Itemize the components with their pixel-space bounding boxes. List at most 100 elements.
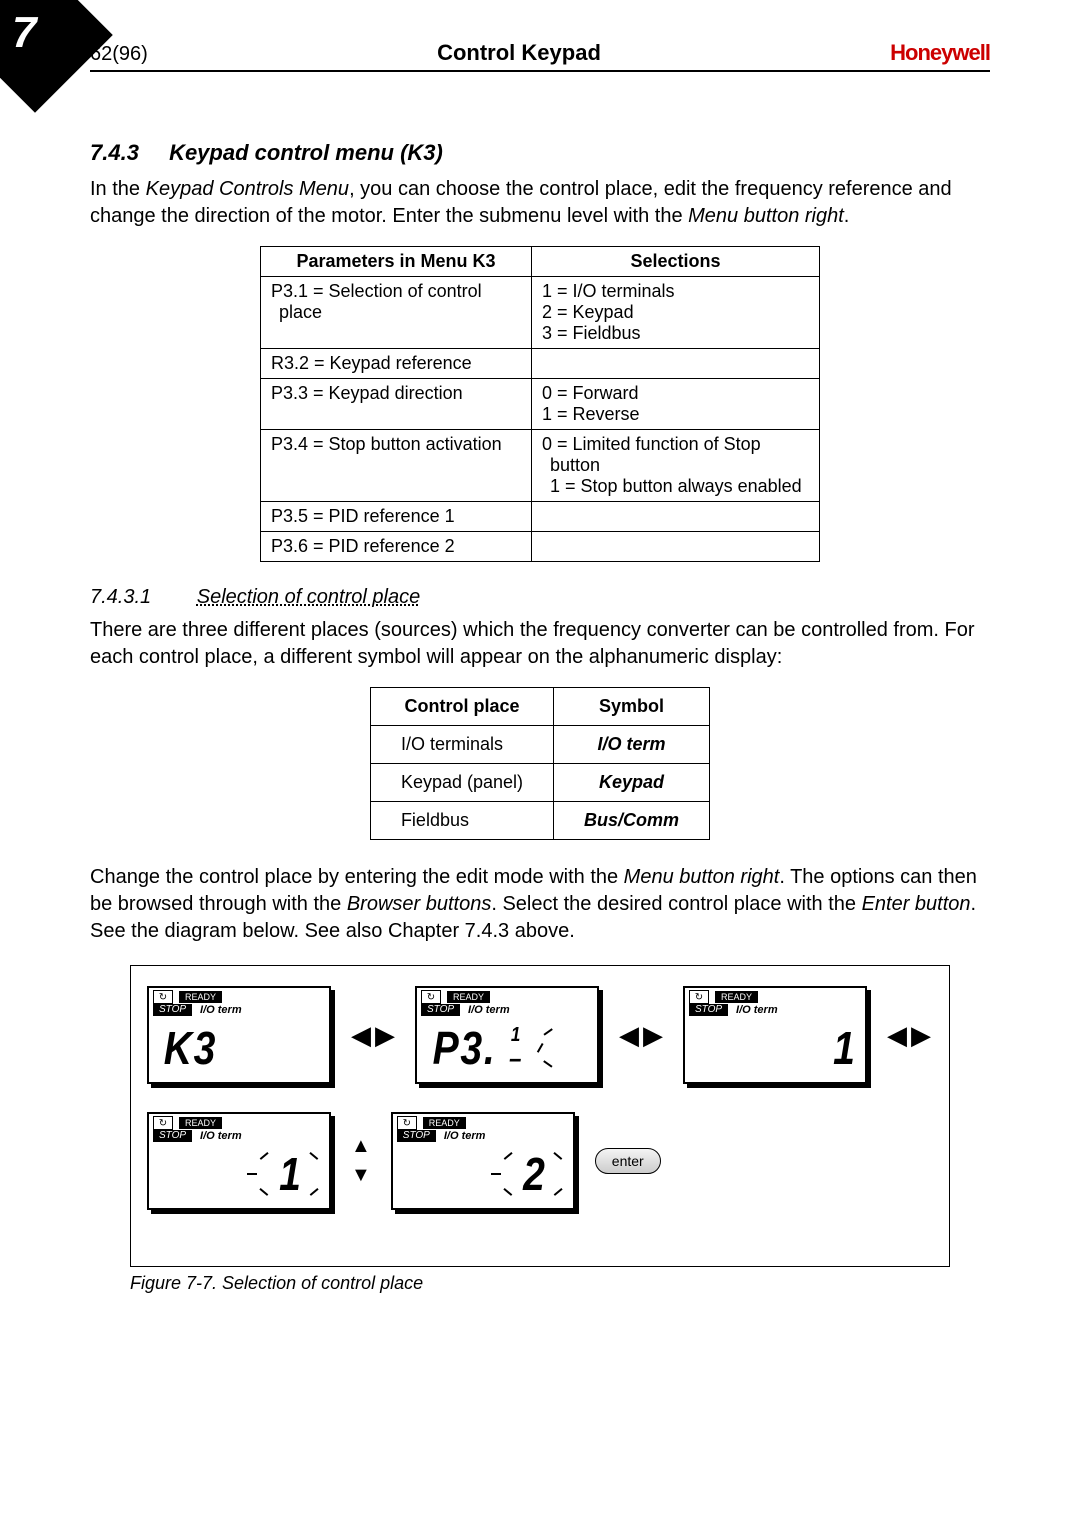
table-row: Keypad (panel) Keypad [370, 764, 709, 802]
ioterm-label: I/O term [444, 1130, 486, 1142]
change-place-para: Change the control place by entering the… [90, 864, 990, 945]
txt: . [844, 205, 850, 227]
header-left-page: 62(96) [90, 43, 148, 66]
section-7431-num: 7.4.3.1 [90, 586, 151, 608]
txt: . Select the desired control place with … [491, 893, 861, 915]
section-7431-title: Selection of control place [197, 586, 420, 608]
seg-display-one: 1 [833, 1025, 856, 1071]
ioterm-label: I/O term [468, 1004, 510, 1016]
ready-tag: READY [179, 991, 222, 1003]
parms-header-1: Parameters in Menu K3 [261, 247, 532, 277]
ioterm-label: I/O term [200, 1004, 242, 1016]
stop-tag: STOP [689, 1004, 728, 1016]
ready-tag: READY [715, 991, 758, 1003]
ctrl-cell: I/O terminals [370, 726, 553, 764]
tick-decorations [241, 1151, 275, 1197]
txt: In the [90, 178, 146, 200]
parm-cell: P3.1 = Selection of control place [261, 277, 532, 349]
enter-button: enter [595, 1148, 661, 1174]
seg-display-two: 2 [523, 1151, 546, 1197]
header-brand: Honeywell [890, 40, 990, 66]
sym-cell: Bus/Comm [554, 802, 710, 840]
lcd-panel-one-blink: ↻ READY STOP I/O term 1 [147, 1112, 331, 1210]
ctrl-cell: Fieldbus [370, 802, 553, 840]
parms-header-2: Selections [532, 247, 820, 277]
seg-display-k3: K3 [164, 1025, 217, 1071]
section-743-num: 7.4.3 [90, 140, 139, 165]
rotation-icon: ↻ [153, 1116, 173, 1130]
sel-cell [532, 502, 820, 532]
lcd-panel-one: ↻ READY STOP I/O term 1 [683, 986, 867, 1084]
sym-header-2: Symbol [554, 688, 710, 726]
ioterm-label: I/O term [736, 1004, 778, 1016]
seg-display-dash: – [509, 1045, 521, 1071]
em-button-right: Menu button right [688, 205, 844, 227]
table-row: P3.6 = PID reference 2 [261, 532, 820, 562]
sym-cell: I/O term [554, 726, 710, 764]
tick-decorations [529, 1025, 557, 1071]
nav-left-right-icon: ◀▶ [351, 1020, 395, 1051]
table-row: I/O terminals I/O term [370, 726, 709, 764]
chapter-number: 7 [12, 8, 36, 58]
sym-cell: Keypad [554, 764, 710, 802]
section-7431-heading: 7.4.3.1 Selection of control place [90, 586, 990, 609]
diagram-row-bottom: ↻ READY STOP I/O term 1 [147, 1112, 933, 1210]
em-menu-name: Keypad Controls Menu [146, 178, 349, 200]
sel-cell: 0 = Forward 1 = Reverse [532, 379, 820, 430]
selection-diagram: ↻ READY STOP I/O term K3 ◀▶ ↻ READY [130, 965, 950, 1267]
txt: Change the control place by entering the… [90, 866, 624, 888]
stop-tag: STOP [397, 1130, 436, 1142]
symbol-table: Control place Symbol I/O terminals I/O t… [370, 687, 710, 840]
nav-left-right-icon: ◀▶ [887, 1020, 931, 1051]
table-row: P3.1 = Selection of control place 1 = I/… [261, 277, 820, 349]
tick-decorations [307, 1151, 323, 1197]
em-browser-buttons: Browser buttons [347, 893, 492, 915]
table-row: P3.3 = Keypad direction 0 = Forward 1 = … [261, 379, 820, 430]
sel-cell: 1 = I/O terminals 2 = Keypad 3 = Fieldbu… [532, 277, 820, 349]
nav-up-down-icon: ▲▼ [351, 1135, 371, 1187]
stop-tag: STOP [421, 1004, 460, 1016]
parm-cell: R3.2 = Keypad reference [261, 349, 532, 379]
ctrl-cell: Keypad (panel) [370, 764, 553, 802]
table-row: P3.5 = PID reference 1 [261, 502, 820, 532]
tick-decorations [551, 1151, 567, 1197]
figure-caption: Figure 7-7. Selection of control place [130, 1273, 990, 1294]
ready-tag: READY [423, 1117, 466, 1129]
table-row: R3.2 = Keypad reference [261, 349, 820, 379]
parm-cell: P3.4 = Stop button activation [261, 430, 532, 502]
diagram-row-top: ↻ READY STOP I/O term K3 ◀▶ ↻ READY [147, 986, 933, 1084]
page-content: 7.4.3 Keypad control menu (K3) In the Ke… [90, 120, 990, 1294]
rotation-icon: ↻ [153, 990, 173, 1004]
page-header: 62(96) Control Keypad Honeywell [90, 40, 990, 72]
sel-cell: 0 = Limited function of Stop button 1 = … [532, 430, 820, 502]
em-enter-button: Enter button [862, 893, 971, 915]
section-7431-para: There are three different places (source… [90, 617, 990, 671]
seg-display-one: 1 [279, 1151, 302, 1197]
ready-tag: READY [447, 991, 490, 1003]
em-menu-right: Menu button right [624, 866, 780, 888]
rotation-icon: ↻ [421, 990, 441, 1004]
tick-decorations [485, 1151, 519, 1197]
nav-left-right-icon: ◀▶ [619, 1020, 663, 1051]
ready-tag: READY [179, 1117, 222, 1129]
stop-tag: STOP [153, 1004, 192, 1016]
table-row: Fieldbus Bus/Comm [370, 802, 709, 840]
section-743-heading: 7.4.3 Keypad control menu (K3) [90, 140, 990, 166]
parm-cell: P3.5 = PID reference 1 [261, 502, 532, 532]
lcd-panel-p3: ↻ READY STOP I/O term P3. 1 – [415, 986, 599, 1084]
seg-display-p3: P3. [433, 1025, 497, 1071]
parm-cell: P3.3 = Keypad direction [261, 379, 532, 430]
section-743-title: Keypad control menu (K3) [169, 140, 443, 165]
header-title: Control Keypad [437, 40, 601, 66]
sym-header-1: Control place [370, 688, 553, 726]
sel-cell [532, 532, 820, 562]
stop-tag: STOP [153, 1130, 192, 1142]
table-row: P3.4 = Stop button activation 0 = Limite… [261, 430, 820, 502]
ioterm-label: I/O term [200, 1130, 242, 1142]
rotation-icon: ↻ [689, 990, 709, 1004]
section-743-intro: In the Keypad Controls Menu, you can cho… [90, 176, 990, 230]
parameters-table: Parameters in Menu K3 Selections P3.1 = … [260, 246, 820, 562]
rotation-icon: ↻ [397, 1116, 417, 1130]
lcd-panel-two-blink: ↻ READY STOP I/O term 2 [391, 1112, 575, 1210]
sel-cell [532, 349, 820, 379]
